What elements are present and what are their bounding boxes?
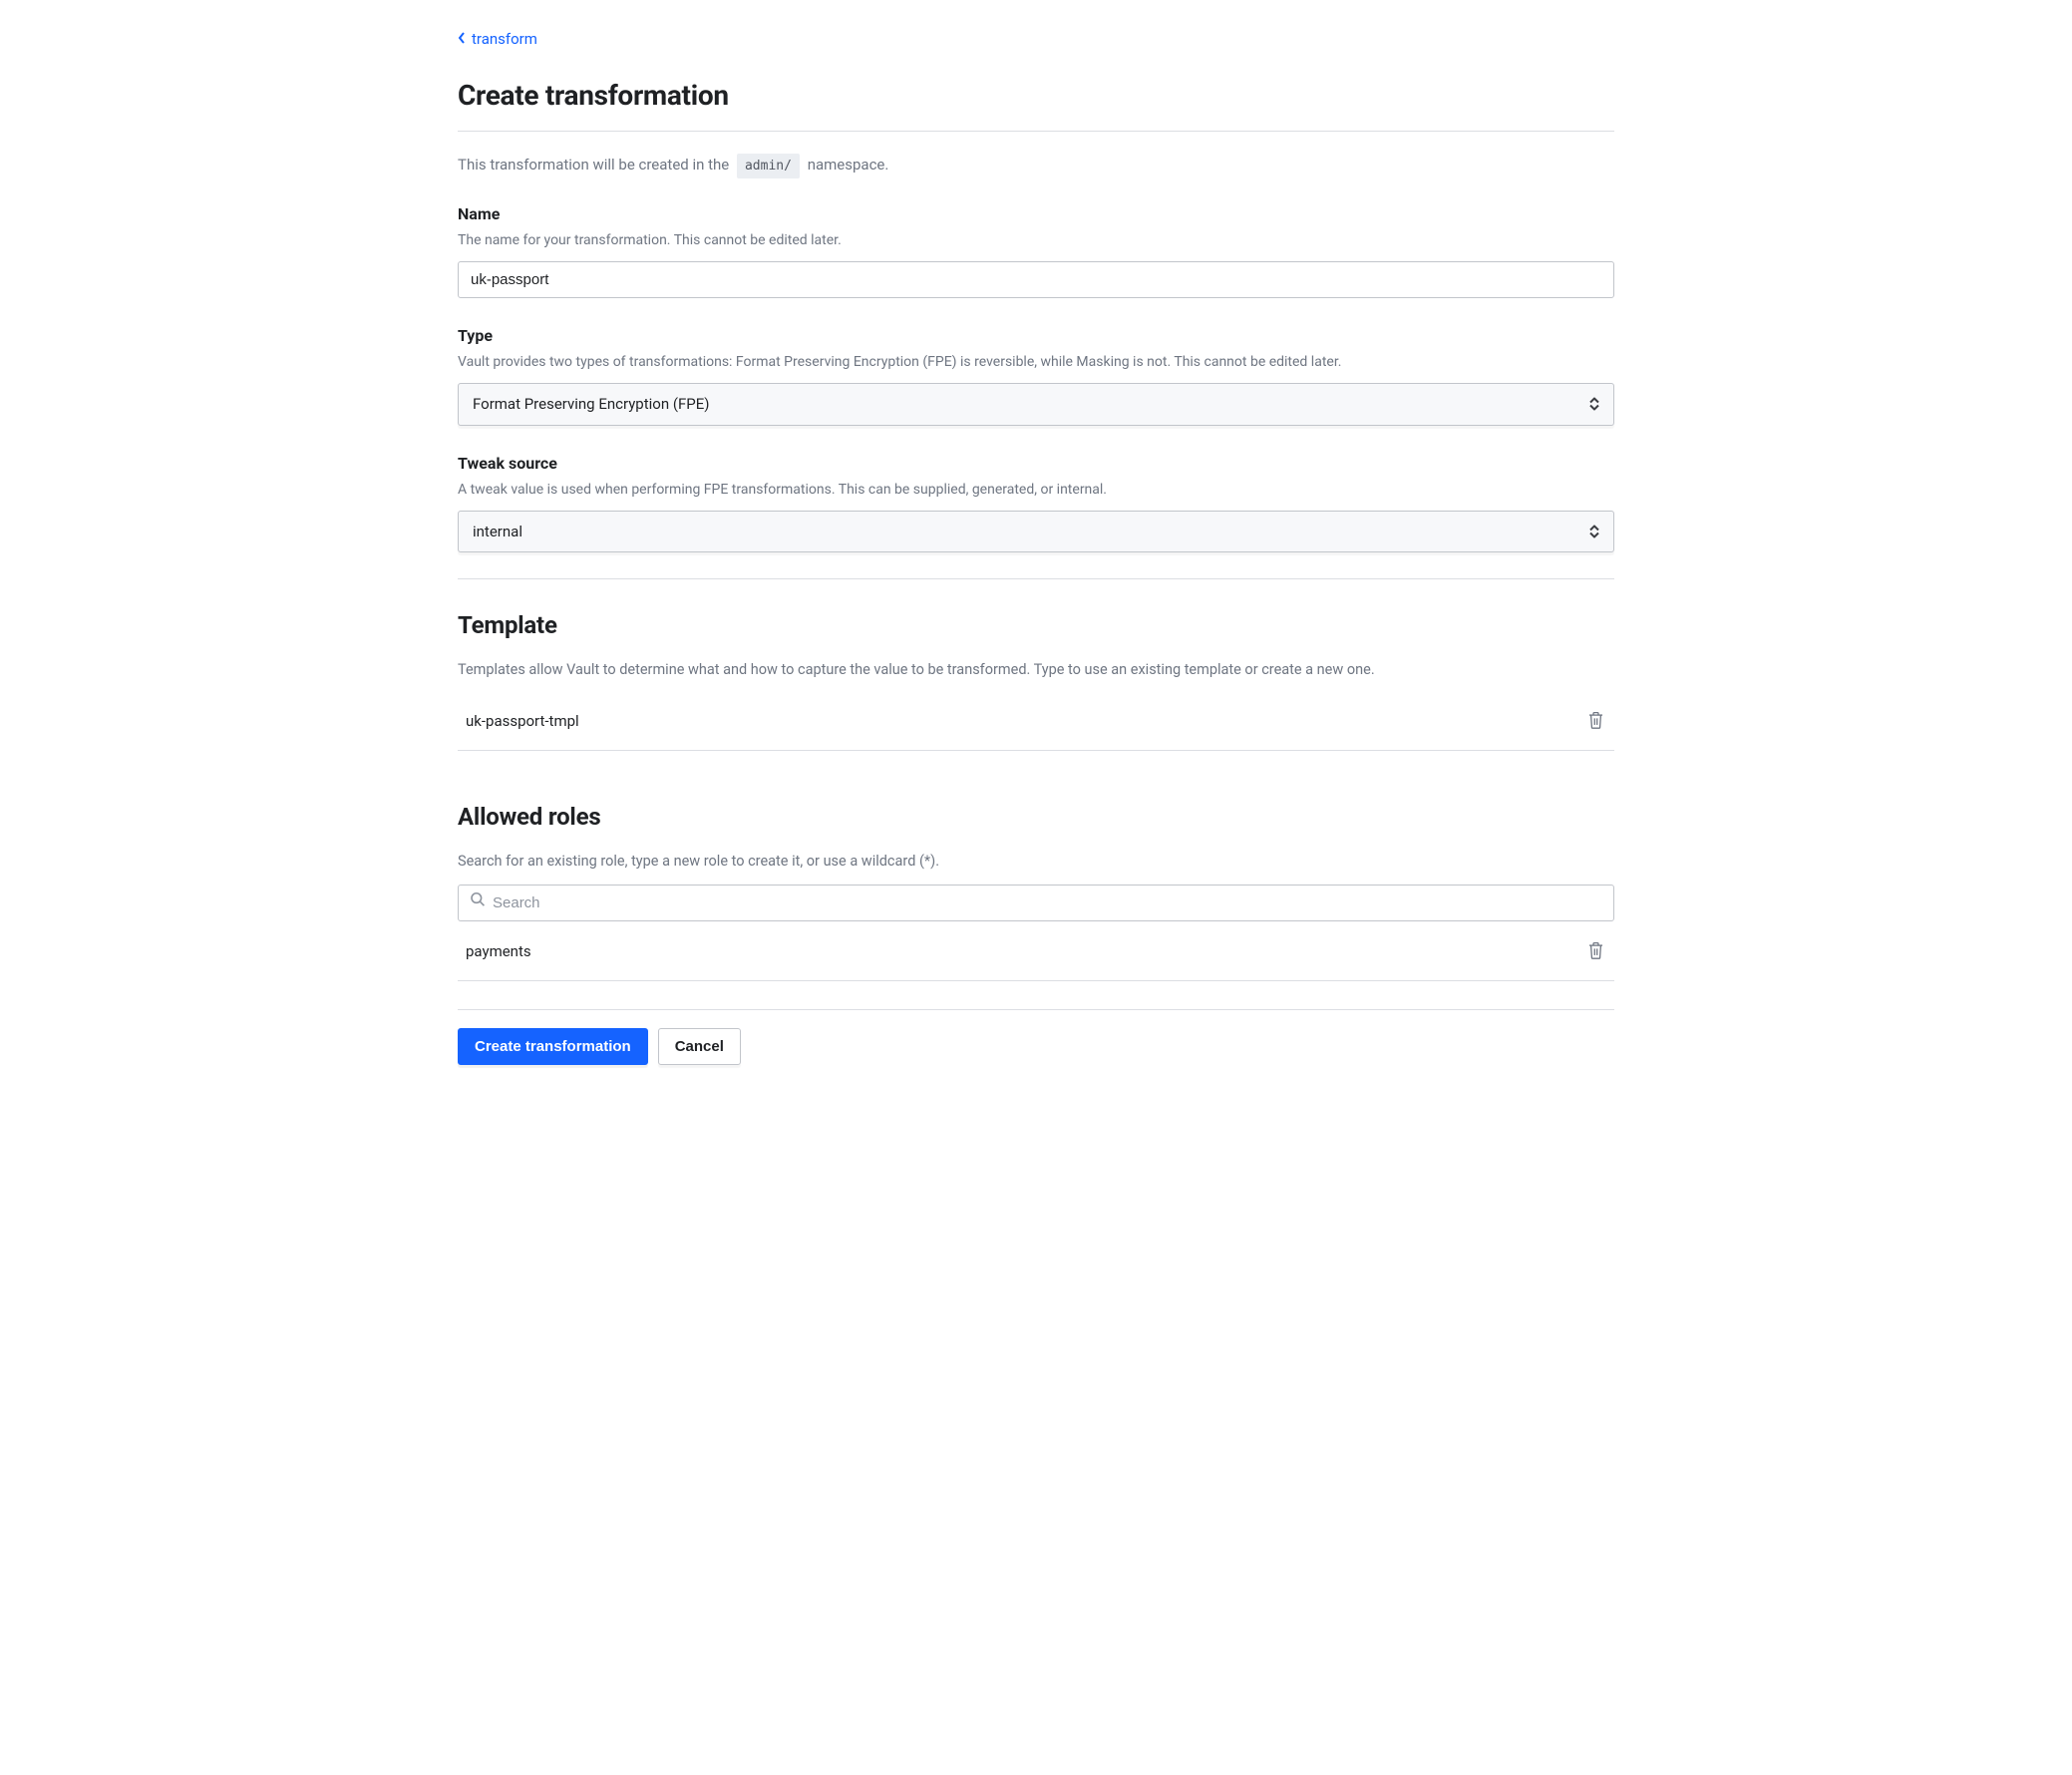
name-input[interactable] xyxy=(458,261,1614,298)
cancel-button[interactable]: Cancel xyxy=(658,1028,741,1065)
divider-before-template xyxy=(458,578,1614,579)
create-transformation-button[interactable]: Create transformation xyxy=(458,1028,648,1065)
field-type-label: Type xyxy=(458,324,1614,348)
intro-suffix: namespace. xyxy=(808,156,889,174)
type-select-value: Format Preserving Encryption (FPE) xyxy=(459,384,1613,425)
allowed-roles-list-item: payments xyxy=(458,923,1614,981)
tweak-source-select-value: internal xyxy=(459,512,1613,552)
template-list-item: uk-passport-tmpl xyxy=(458,693,1614,751)
template-item-delete-button[interactable] xyxy=(1583,707,1608,736)
tweak-source-select[interactable]: internal xyxy=(458,511,1614,553)
field-name: Name The name for your transformation. T… xyxy=(458,202,1614,298)
allowed-roles-item-label: payments xyxy=(466,940,531,963)
breadcrumb: transform xyxy=(458,28,1614,51)
field-name-label: Name xyxy=(458,202,1614,226)
title-divider xyxy=(458,131,1614,132)
select-chevrons-icon xyxy=(1589,398,1599,411)
template-title: Template xyxy=(458,607,1614,643)
page-title: Create transformation xyxy=(458,75,1614,117)
intro-text: This transformation will be created in t… xyxy=(458,154,1614,179)
section-template: Template Templates allow Vault to determ… xyxy=(458,607,1614,751)
allowed-roles-search-input[interactable] xyxy=(458,885,1614,921)
field-name-help: The name for your transformation. This c… xyxy=(458,230,1614,251)
type-select[interactable]: Format Preserving Encryption (FPE) xyxy=(458,383,1614,426)
namespace-chip: admin/ xyxy=(737,154,800,179)
allowed-roles-help: Search for an existing role, type a new … xyxy=(458,851,1614,873)
field-tweak-source-label: Tweak source xyxy=(458,452,1614,476)
allowed-roles-title: Allowed roles xyxy=(458,799,1614,835)
field-tweak-source: Tweak source A tweak value is used when … xyxy=(458,452,1614,553)
section-allowed-roles: Allowed roles Search for an existing rol… xyxy=(458,799,1614,981)
trash-icon xyxy=(1587,711,1604,732)
trash-icon xyxy=(1587,941,1604,962)
field-tweak-source-help: A tweak value is used when performing FP… xyxy=(458,480,1614,501)
template-help: Templates allow Vault to determine what … xyxy=(458,659,1614,681)
action-row: Create transformation Cancel xyxy=(458,1028,1614,1065)
template-item-label: uk-passport-tmpl xyxy=(466,710,579,733)
intro-prefix: This transformation will be created in t… xyxy=(458,156,729,174)
chevron-left-icon xyxy=(458,28,466,51)
select-chevrons-icon xyxy=(1589,525,1599,537)
field-type: Type Vault provides two types of transfo… xyxy=(458,324,1614,426)
allowed-roles-item-delete-button[interactable] xyxy=(1583,937,1608,966)
field-type-help: Vault provides two types of transformati… xyxy=(458,352,1614,373)
footer-divider xyxy=(458,1009,1614,1010)
breadcrumb-link-transform[interactable]: transform xyxy=(472,28,537,51)
